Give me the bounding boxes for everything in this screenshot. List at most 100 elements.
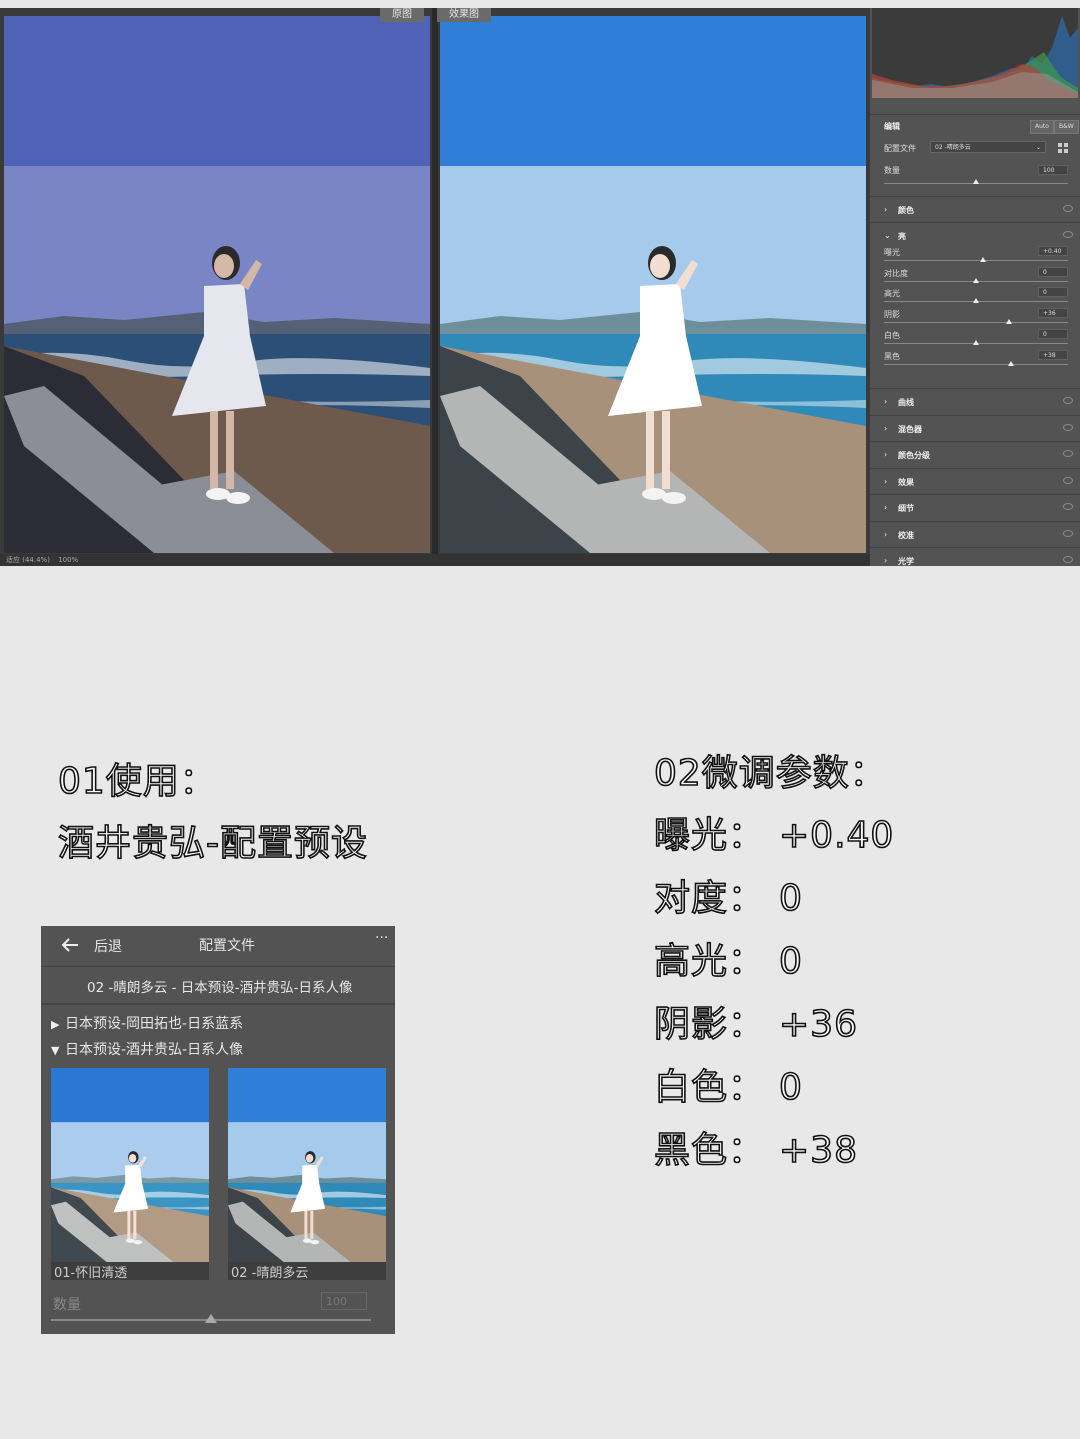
- slider-thumb[interactable]: [973, 339, 979, 345]
- param-value: +0.40: [778, 814, 895, 857]
- slider-thumb[interactable]: [973, 298, 979, 304]
- before-view-label: 原图: [380, 8, 424, 22]
- panel-section-optics[interactable]: › 光学: [870, 547, 1080, 566]
- param-name: 黑色：: [653, 1129, 766, 1172]
- slider-thumb[interactable]: [980, 257, 987, 262]
- param-line: 黑色： +38: [653, 1121, 858, 1173]
- edit-panel: 编辑 Auto B&W 配置文件 02 -晴朗多云 ⌄ 数量 100 › 颜色 ⌄ 亮…: [870, 8, 1080, 566]
- profile-thumbnail-01[interactable]: 01-怀旧清透: [51, 1068, 209, 1281]
- slider-track[interactable]: [884, 322, 1068, 324]
- panel-section-effects[interactable]: › 效果: [870, 467, 1080, 495]
- param-value: +36: [778, 1003, 858, 1046]
- eye-icon[interactable]: [1063, 397, 1073, 404]
- profile-group-okada[interactable]: ▶ 日本预设-岡田拓也-日系蓝系: [51, 1013, 243, 1033]
- slider-track[interactable]: [884, 260, 1068, 261]
- arrow-left-icon[interactable]: [61, 937, 79, 953]
- param-line: 高光： 0: [653, 932, 803, 984]
- panel-section-detail[interactable]: › 细节: [870, 494, 1080, 521]
- profile-browser-grid-icon[interactable]: [1058, 143, 1068, 153]
- slider-row: 高光 0: [870, 287, 1080, 307]
- thumbnail-caption: 02 -晴朗多云: [231, 1266, 309, 1281]
- profile-group-sakai[interactable]: ▼ 日本预设-酒井贵弘-日系人像: [51, 1039, 243, 1059]
- section-label: 颜色: [898, 206, 914, 215]
- panel-section-mixer[interactable]: › 混色器: [870, 414, 1080, 442]
- slider-value[interactable]: +36: [1038, 308, 1068, 319]
- chevron-right-icon: ›: [884, 397, 888, 406]
- param-name: 阴影：: [653, 1003, 766, 1046]
- param-name: 曝光：: [653, 814, 766, 857]
- eye-icon[interactable]: [1063, 205, 1073, 212]
- chevron-right-icon: ›: [884, 503, 888, 512]
- eye-icon[interactable]: [1063, 556, 1073, 563]
- slider-track[interactable]: [884, 363, 1068, 365]
- section-label: 混色器: [898, 424, 922, 434]
- before-after-compare-view: 原图 效果图 适应 (44.4%) 100%: [0, 8, 870, 566]
- param-line: 白色： 0: [653, 1058, 803, 1110]
- param-line: 对度： 0: [653, 869, 803, 921]
- current-profile-row: 02 -晴朗多云 - 日本预设-酒井贵弘-日系人像: [41, 967, 395, 1005]
- profile-group-label: 日本预设-岡田拓也-日系蓝系: [65, 1016, 244, 1032]
- profile-thumbnail-02[interactable]: 02 -晴朗多云: [228, 1068, 386, 1281]
- amount-slider-thumb[interactable]: [973, 179, 979, 184]
- section-label: 亮: [898, 232, 906, 241]
- browser-amount-value[interactable]: 100: [321, 1292, 367, 1310]
- slider-value[interactable]: 0: [1038, 287, 1068, 298]
- compare-divider[interactable]: [432, 8, 438, 566]
- black-white-button[interactable]: B&W: [1054, 120, 1079, 134]
- eye-icon[interactable]: [1063, 231, 1073, 238]
- browser-amount-slider-thumb[interactable]: [205, 1314, 217, 1323]
- edit-header: 编辑 Auto B&W: [870, 114, 1080, 137]
- profile-browser-header: 后退 配置文件 ···: [41, 926, 395, 967]
- param-line: 曝光： +0.40: [653, 806, 895, 858]
- panel-section-light[interactable]: ⌄ 亮: [870, 222, 1080, 249]
- chevron-right-icon: ›: [884, 476, 888, 486]
- lightroom-editor-window: 原图 效果图 适应 (44.4%) 100% 编辑 Auto B&W 配置文件 …: [0, 8, 1080, 566]
- panel-section-curves[interactable]: › 曲线: [870, 388, 1080, 415]
- more-options-icon[interactable]: ···: [375, 930, 388, 946]
- auto-button[interactable]: Auto: [1030, 120, 1054, 134]
- slider-label: 阴影: [884, 310, 900, 320]
- param-value: 0: [778, 877, 803, 920]
- param-value: 0: [778, 940, 803, 983]
- chevron-right-icon: ›: [884, 423, 888, 433]
- slider-thumb[interactable]: [973, 277, 979, 283]
- zoom-fit-label[interactable]: 适应 (44.4%): [6, 556, 50, 564]
- back-button[interactable]: 后退: [94, 936, 122, 956]
- profile-label: 配置文件: [884, 144, 916, 153]
- slider-label: 对比度: [884, 268, 908, 278]
- param-value: 0: [778, 1066, 803, 1109]
- amount-value[interactable]: 100: [1038, 165, 1068, 175]
- panel-section-color[interactable]: › 颜色: [870, 196, 1080, 223]
- profile-dropdown-value: 02 -晴朗多云: [935, 144, 971, 151]
- chevron-right-icon: ›: [884, 205, 888, 214]
- triangle-down-icon: ▼: [51, 1044, 60, 1057]
- slider-thumb[interactable]: [1007, 360, 1014, 366]
- thumbnail-image: [51, 1068, 209, 1262]
- param-value: +38: [778, 1129, 858, 1172]
- slider-value[interactable]: 0: [1038, 266, 1068, 277]
- profile-group-label: 日本预设-酒井贵弘-日系人像: [65, 1042, 244, 1058]
- slider-row: 对比度 0: [870, 266, 1080, 287]
- browser-amount-label: 数量: [53, 1297, 81, 1313]
- param-name: 白色：: [653, 1066, 766, 1109]
- slider-value[interactable]: +38: [1038, 349, 1068, 360]
- amount-label: 数量: [884, 166, 900, 175]
- param-name: 高光：: [653, 940, 766, 983]
- after-view-label: 效果图: [437, 8, 491, 22]
- slider-thumb[interactable]: [1006, 319, 1013, 325]
- step1-preset-name: 酒井贵弘-配置预设: [57, 822, 368, 865]
- panel-section-grading[interactable]: › 颜色分级: [870, 441, 1080, 468]
- section-label: 光学: [898, 557, 914, 566]
- slider-value[interactable]: +0.40: [1038, 246, 1068, 256]
- eye-icon[interactable]: [1063, 529, 1073, 537]
- panel-section-calibration[interactable]: › 校准: [870, 520, 1080, 548]
- current-profile-name: 02 -晴朗多云 - 日本预设-酒井贵弘-日系人像: [87, 980, 353, 996]
- eye-icon[interactable]: [1063, 450, 1073, 457]
- profile-dropdown[interactable]: 02 -晴朗多云 ⌄: [930, 141, 1046, 153]
- eye-icon[interactable]: [1063, 476, 1073, 484]
- thumbnail-caption: 01-怀旧清透: [54, 1266, 128, 1281]
- slider-value[interactable]: 0: [1038, 328, 1068, 339]
- eye-icon[interactable]: [1063, 423, 1073, 431]
- zoom-value[interactable]: 100%: [58, 556, 78, 564]
- eye-icon[interactable]: [1063, 503, 1073, 510]
